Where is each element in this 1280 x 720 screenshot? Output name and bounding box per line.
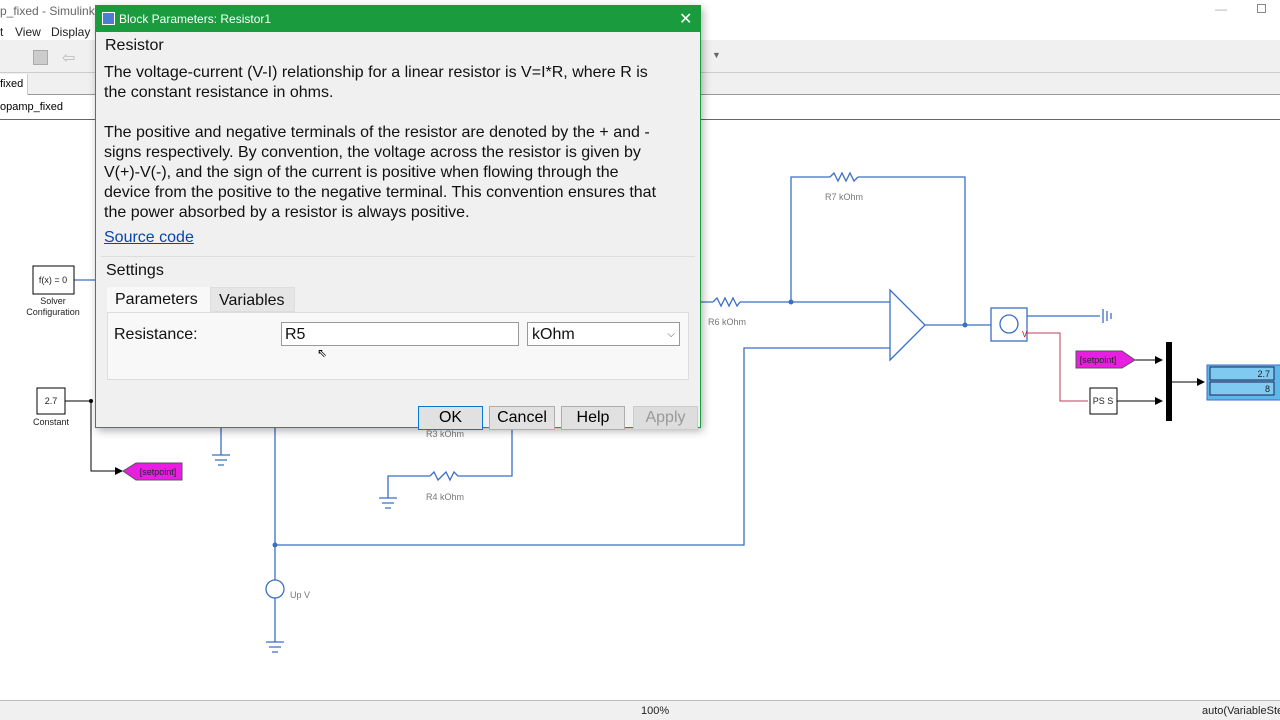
mouse-cursor-icon: ⇖: [317, 346, 328, 360]
solver-label: Solver: [40, 296, 66, 306]
solver-status: auto(VariableStep: [1202, 705, 1280, 717]
opamp: [889, 288, 926, 362]
window-title: p_fixed - Simulink: [0, 4, 95, 18]
chevron-down-icon: ⌵: [667, 329, 675, 340]
solver-block-text: f(x) = 0: [39, 275, 67, 285]
description-line: the power absorbed by a resistor is alwa…: [104, 204, 470, 221]
tab-parameters[interactable]: Parameters: [107, 287, 210, 312]
save-icon[interactable]: [33, 50, 48, 65]
description-line: the constant resistance in ohms.: [104, 84, 334, 101]
simulink-icon: [102, 12, 115, 25]
source-code-link[interactable]: Source code: [104, 228, 194, 248]
description-line: V(+)-V(-), and the sign of the current i…: [104, 164, 619, 181]
description-line: The positive and negative terminals of t…: [104, 124, 650, 141]
unit-value: kOhm: [532, 326, 575, 343]
ok-button[interactable]: OK: [418, 406, 483, 430]
parameters-panel: Resistance: R5 kOhm ⌵: [107, 312, 689, 380]
tab-variables[interactable]: Variables: [210, 287, 295, 312]
resistance-input[interactable]: R5: [281, 322, 519, 346]
dialog-titlebar: Block Parameters: Resistor1 ✕: [96, 6, 700, 32]
settings-group: Settings Parameters Variables Resistance…: [101, 256, 695, 386]
help-button[interactable]: Help: [561, 406, 625, 430]
description-1: The voltage-current (V-I) relationship f…: [104, 63, 648, 103]
goto-tag-text: [setpoint]: [140, 467, 177, 477]
display-value-1: 2.7: [1257, 369, 1270, 379]
description-2: The positive and negative terminals of t…: [104, 123, 656, 223]
unit-select[interactable]: kOhm ⌵: [527, 322, 680, 346]
dialog-title: Block Parameters: Resistor1: [119, 12, 272, 26]
ps-s-text: PS S: [1093, 396, 1114, 406]
status-bar: 100% auto(VariableStep: [0, 700, 1280, 720]
mux-block: [1166, 342, 1172, 421]
block-name: Resistor: [105, 37, 164, 54]
cancel-button[interactable]: Cancel: [489, 406, 555, 430]
apply-button[interactable]: Apply: [633, 406, 698, 430]
menu-item[interactable]: t: [0, 25, 3, 39]
description-line: The voltage-current (V-I) relationship f…: [104, 64, 648, 81]
resistor-r4: [429, 470, 460, 482]
menu-display[interactable]: Display: [51, 25, 90, 39]
menu-view[interactable]: View: [15, 25, 41, 39]
resistor-r7: [829, 171, 859, 183]
voltage-source: [265, 579, 285, 599]
zoom-level: 100%: [641, 705, 670, 717]
breadcrumb[interactable]: opamp_fixed: [0, 101, 63, 113]
resistor-r6: [712, 296, 741, 308]
constant-value: 2.7: [45, 396, 58, 406]
r4-label: R4 kOhm: [426, 492, 464, 502]
constant-label: Constant: [33, 417, 70, 427]
maximize-button[interactable]: [1257, 4, 1266, 13]
settings-label: Settings: [106, 262, 164, 279]
back-arrow-icon[interactable]: ⇦: [62, 48, 75, 68]
display-value-2: 8: [1265, 384, 1270, 394]
from-tag-text: [setpoint]: [1080, 355, 1117, 365]
source-label: Up V: [290, 590, 310, 600]
r6-label: R6 kOhm: [708, 317, 746, 327]
minimize-button[interactable]: —: [1215, 2, 1227, 16]
model-tab[interactable]: fixed: [0, 74, 28, 95]
r3-label: R3 kOhm: [426, 429, 464, 439]
solver-label-2: Configuration: [26, 307, 80, 317]
dropdown-arrow-icon[interactable]: ▼: [712, 50, 721, 60]
r7-label: R7 kOhm: [825, 192, 863, 202]
description-line: device from the positive to the negative…: [104, 184, 657, 201]
sensor-label: V: [1022, 330, 1028, 339]
block-parameters-dialog: Block Parameters: Resistor1 ✕ Resistor T…: [95, 5, 701, 430]
description-line: signs respectively. By convention, the v…: [104, 144, 641, 161]
resistance-label: Resistance:: [114, 326, 198, 343]
close-icon[interactable]: ✕: [679, 9, 692, 29]
